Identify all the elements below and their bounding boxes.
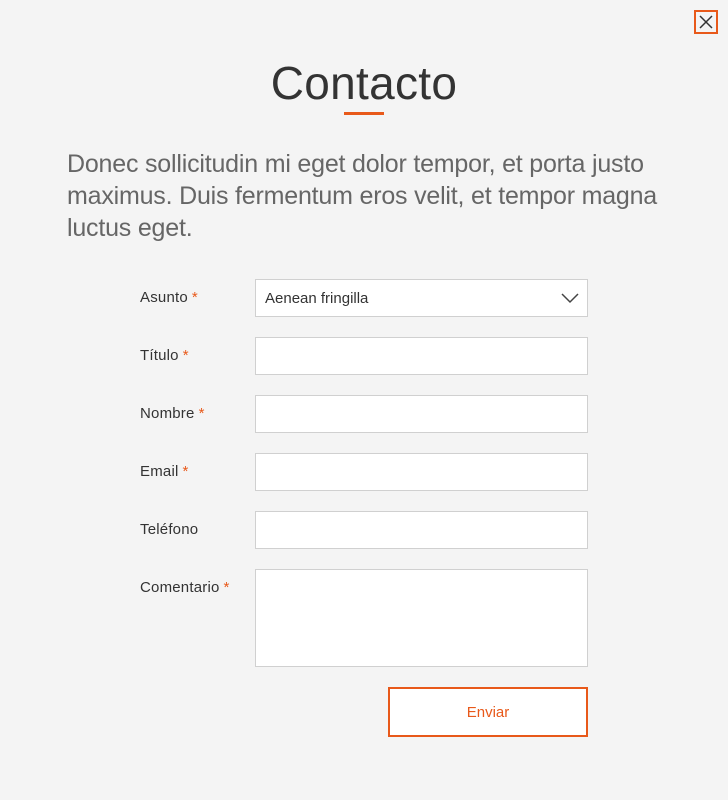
required-marker: * xyxy=(191,289,198,306)
required-marker: * xyxy=(198,405,205,422)
phone-label: Teléfono xyxy=(140,521,199,538)
subject-selected-value: Aenean fringilla xyxy=(265,289,369,307)
intro-text: Donec sollicitudin mi eget dolor tempor,… xyxy=(67,150,658,242)
subject-select[interactable]: Aenean fringilla xyxy=(255,279,588,317)
phone-input[interactable] xyxy=(255,511,588,549)
chevron-down-icon xyxy=(561,293,579,304)
name-input[interactable] xyxy=(255,395,588,433)
title-input[interactable] xyxy=(255,337,588,375)
email-label: Email * xyxy=(140,463,189,480)
subject-label: Asunto * xyxy=(140,289,198,306)
close-icon xyxy=(699,15,713,29)
title-underline xyxy=(344,112,384,115)
submit-button[interactable]: Enviar xyxy=(388,687,588,737)
required-marker: * xyxy=(223,579,230,596)
page-title: Contacto xyxy=(270,57,458,109)
comment-label: Comentario * xyxy=(140,579,230,596)
required-marker: * xyxy=(182,347,189,364)
required-marker: * xyxy=(182,463,189,480)
name-label: Nombre * xyxy=(140,405,205,422)
email-input[interactable] xyxy=(255,453,588,491)
close-button[interactable] xyxy=(694,10,718,34)
comment-textarea[interactable] xyxy=(255,569,588,667)
title-label: Título * xyxy=(140,347,189,364)
